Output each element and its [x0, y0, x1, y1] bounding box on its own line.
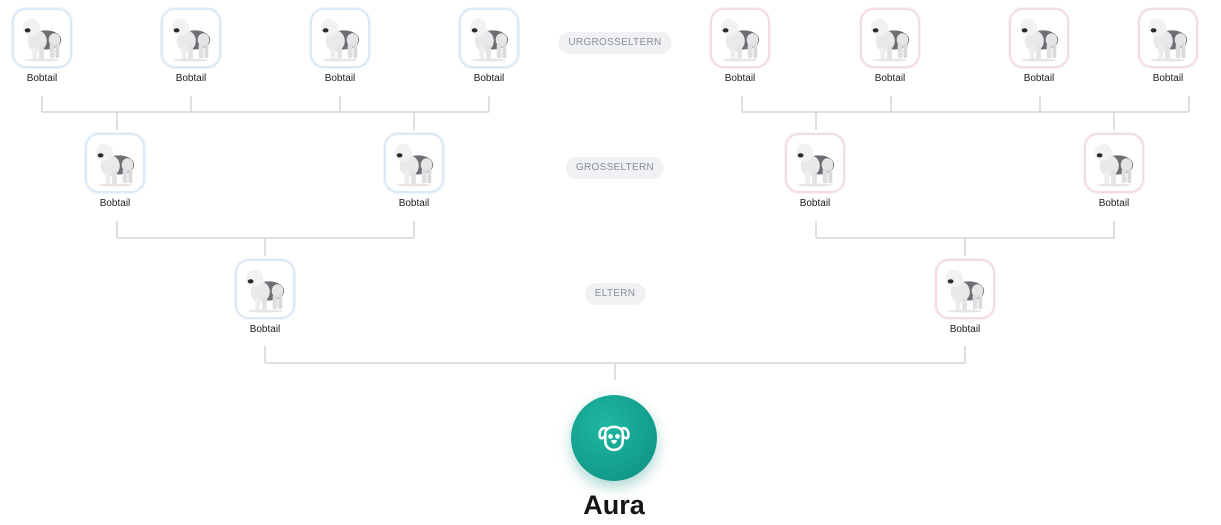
subject-avatar[interactable] [571, 395, 657, 481]
grandparent-2[interactable]: Bobtail [364, 133, 464, 209]
dog-photo [12, 8, 72, 68]
dog-name: Bobtail [1098, 198, 1130, 209]
dog-name: Bobtail [1152, 73, 1184, 84]
dog-name: Bobtail [473, 73, 505, 84]
dog-photo [459, 8, 519, 68]
dog-photo [860, 8, 920, 68]
grandparent-4[interactable]: Bobtail [1064, 133, 1164, 209]
dog-photo [235, 259, 295, 319]
parent-sire[interactable]: Bobtail [215, 259, 315, 335]
great-grandparent-6[interactable]: Bobtail [840, 8, 940, 84]
subject-name: Aura [583, 490, 645, 520]
dog-photo [710, 8, 770, 68]
generation-label-parents: ELTERN [584, 283, 646, 305]
dog-photo [935, 259, 995, 319]
great-grandparent-1[interactable]: Bobtail [0, 8, 92, 84]
great-grandparent-5[interactable]: Bobtail [690, 8, 790, 84]
dog-name: Bobtail [324, 73, 356, 84]
generation-label-grandparents: GROSSELTERN [565, 157, 665, 179]
great-grandparent-8[interactable]: Bobtail [1118, 8, 1218, 84]
grandparent-3[interactable]: Bobtail [765, 133, 865, 209]
dog-name: Bobtail [26, 73, 58, 84]
dog-name: Bobtail [874, 73, 906, 84]
grandparent-1[interactable]: Bobtail [65, 133, 165, 209]
dog-name: Bobtail [249, 324, 281, 335]
dog-name: Bobtail [99, 198, 131, 209]
dog-photo [1009, 8, 1069, 68]
dog-photo [384, 133, 444, 193]
dog-photo [310, 8, 370, 68]
dog-name: Bobtail [175, 73, 207, 84]
dog-name: Bobtail [1023, 73, 1055, 84]
parent-dam[interactable]: Bobtail [915, 259, 1015, 335]
great-grandparent-4[interactable]: Bobtail [439, 8, 539, 84]
dog-photo [785, 133, 845, 193]
generation-label-great-grandparents: URGROSSELTERN [558, 32, 672, 54]
dog-name: Bobtail [949, 324, 981, 335]
dog-photo [1084, 133, 1144, 193]
dog-name: Bobtail [799, 198, 831, 209]
dog-photo [161, 8, 221, 68]
great-grandparent-3[interactable]: Bobtail [290, 8, 390, 84]
dog-name: Bobtail [398, 198, 430, 209]
dog-photo [1138, 8, 1198, 68]
great-grandparent-7[interactable]: Bobtail [989, 8, 1089, 84]
dog-photo [85, 133, 145, 193]
dog-name: Bobtail [724, 73, 756, 84]
great-grandparent-2[interactable]: Bobtail [141, 8, 241, 84]
dog-face-icon [598, 425, 630, 452]
